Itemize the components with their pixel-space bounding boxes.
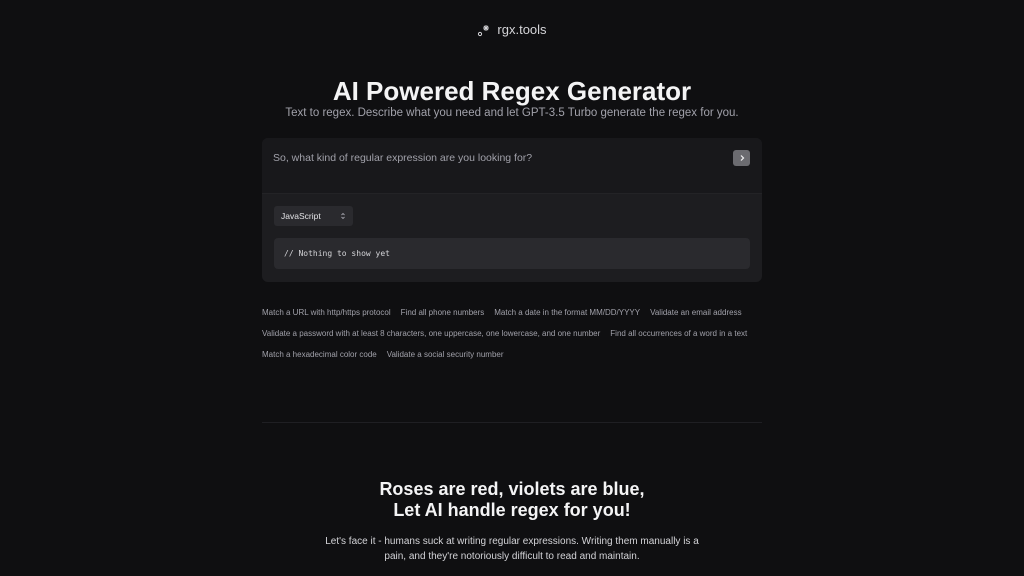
sparkle-dots-icon [478,24,490,36]
example-prompt[interactable]: Validate an email address [650,305,741,321]
language-select[interactable]: JavaScript [274,206,353,226]
example-prompts: Match a URL with http/https protocol Fin… [262,305,762,368]
chevron-right-icon [740,155,744,161]
example-prompt[interactable]: Find all occurrences of a word in a text [610,326,747,342]
example-prompt[interactable]: Validate a password with at least 8 char… [262,326,600,342]
example-prompt[interactable]: Validate a social security number [387,347,504,363]
brand-name: rgx.tools [497,22,547,37]
brand-link[interactable]: rgx.tools [0,22,1024,37]
submit-button[interactable] [733,150,750,166]
example-prompt[interactable]: Match a hexadecimal color code [262,347,377,363]
page: rgx.tools AI Powered Regex Generator Tex… [0,0,1024,576]
example-prompt[interactable]: Match a URL with http/https protocol [262,305,391,321]
prompt-area [262,138,762,194]
example-prompt[interactable]: Find all phone numbers [401,305,485,321]
tagline-line-1: Roses are red, violets are blue, [379,479,645,499]
page-title: AI Powered Regex Generator [332,76,692,106]
language-select-value: JavaScript [281,211,321,221]
intro-paragraph: Let's face it - humans suck at writing r… [325,536,699,562]
page-subtitle: Text to regex. Describe what you need an… [285,107,739,119]
prompt-input[interactable] [273,149,713,167]
section-divider [262,422,762,423]
tagline-line-2: Let AI handle regex for you! [393,500,631,520]
generator-card: JavaScript // Nothing to show yet [262,138,762,282]
chevron-up-down-icon [341,212,345,220]
regex-output: // Nothing to show yet [274,238,750,269]
tagline-heading: Roses are red, violets are blue, Let AI … [0,479,1024,521]
example-prompt[interactable]: Match a date in the format MM/DD/YYYY [494,305,640,321]
regex-output-text: // Nothing to show yet [284,249,390,258]
